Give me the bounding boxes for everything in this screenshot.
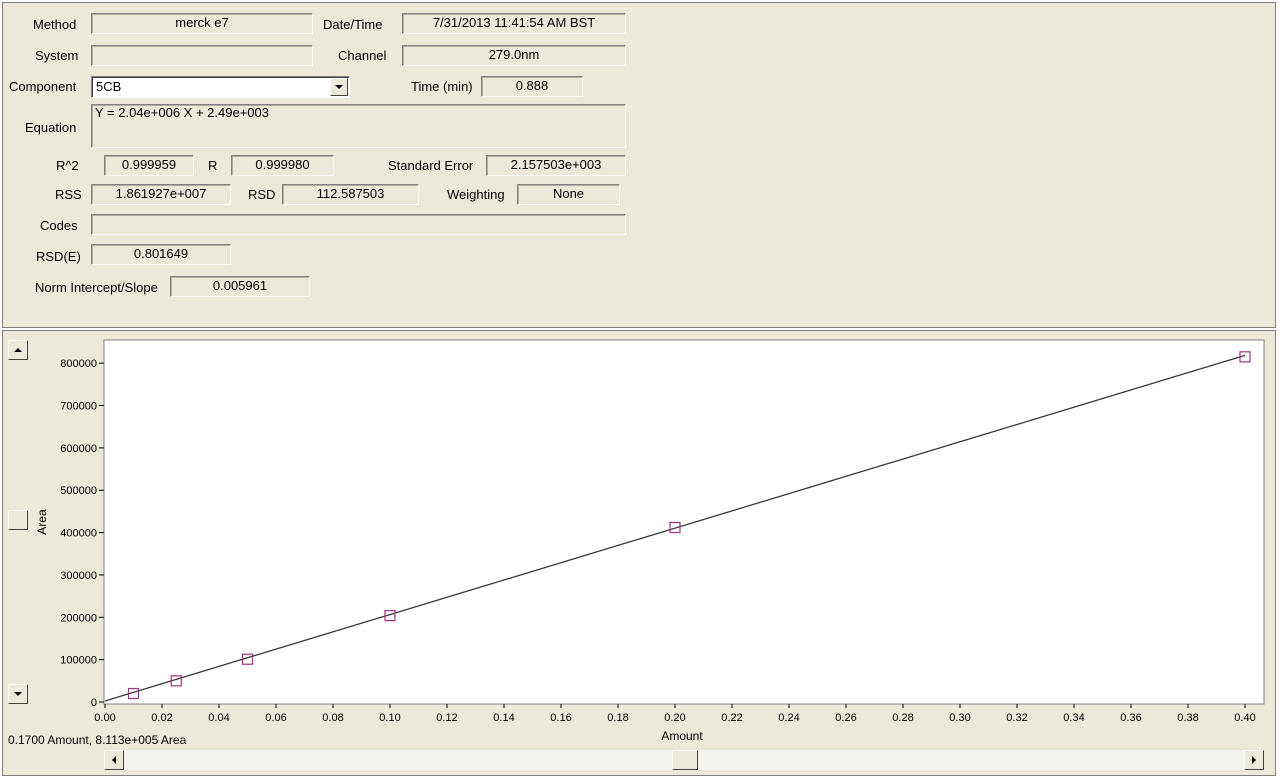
x-tick-label: 0.14: [493, 712, 514, 724]
datetime-field: 7/31/2013 11:41:54 AM BST: [402, 13, 626, 34]
y-tick-label: 400000: [60, 528, 97, 540]
time-field: 0.888: [481, 76, 583, 97]
y-tick-label: 700000: [60, 401, 97, 413]
chevron-down-icon[interactable]: [330, 78, 348, 96]
x-tick-label: 0.08: [322, 712, 343, 724]
y-tick-label: 800000: [60, 358, 97, 370]
x-tick-label: 0.40: [1234, 712, 1255, 724]
channel-label: Channel: [338, 48, 387, 63]
horizontal-scroll-thumb[interactable]: [672, 750, 698, 770]
component-label: Component: [9, 79, 77, 94]
x-tick-label: 0.38: [1177, 712, 1198, 724]
y-tick-label: 100000: [60, 655, 97, 667]
x-tick-label: 0.12: [436, 712, 457, 724]
codes-field: [91, 214, 626, 235]
x-tick-label: 0.02: [151, 712, 172, 724]
component-dropdown[interactable]: 5CB: [91, 76, 350, 98]
x-tick-label: 0.18: [607, 712, 628, 724]
plot-area: [103, 339, 1265, 705]
x-tick-label: 0.04: [208, 712, 229, 724]
method-field: merck e7: [91, 13, 313, 34]
system-field: [91, 45, 313, 66]
rsde-field: 0.801649: [91, 244, 231, 265]
scroll-left-icon[interactable]: [104, 750, 124, 770]
rss-label: RSS: [55, 187, 82, 202]
norm-intercept-slope-label: Norm Intercept/Slope: [35, 280, 158, 295]
y-axis-label: Area: [35, 509, 49, 535]
y-tick-label: 600000: [60, 443, 97, 455]
x-tick-label: 0.26: [835, 712, 856, 724]
equation-label: Equation: [25, 120, 77, 135]
equation-field: Y = 2.04e+006 X + 2.49e+003: [91, 104, 626, 148]
y-tick-label: 500000: [60, 485, 97, 497]
x-tick-label: 0.36: [1120, 712, 1141, 724]
y-tick-label: 300000: [60, 570, 97, 582]
standard-error-label: Standard Error: [388, 158, 474, 173]
channel-field: 279.0nm: [402, 45, 626, 66]
x-tick-label: 0.30: [949, 712, 970, 724]
calibration-curve-chart: 0.00 0.02 0.04 0.06 0.08 0.10 0.12 0.14 0.16 0.18…: [35, 339, 1265, 743]
standard-error-field: 2.157503e+003: [486, 155, 626, 176]
x-tick-label: 0.32: [1006, 712, 1027, 724]
rsd-label: RSD: [248, 187, 276, 202]
rsde-label: RSD(E): [36, 249, 81, 264]
x-tick-label: 0.06: [265, 712, 286, 724]
r-squared-field: 0.999959: [104, 155, 194, 176]
scroll-right-icon[interactable]: [1244, 750, 1264, 770]
r-field: 0.999980: [231, 155, 334, 176]
x-tick-label: 0.34: [1063, 712, 1084, 724]
norm-intercept-slope-field: 0.005961: [170, 276, 310, 297]
rss-field: 1.861927e+007: [91, 184, 231, 205]
cursor-readout: 0.1700 Amount, 8.113e+005 Area: [8, 733, 187, 747]
r-label: R: [208, 158, 218, 173]
x-tick-label: 0.28: [892, 712, 913, 724]
weighting-label: Weighting: [447, 187, 505, 202]
component-value: 5CB: [96, 79, 122, 94]
x-axis-label: Amount: [661, 729, 703, 743]
datetime-label: Date/Time: [323, 17, 383, 32]
rsd-field: 112.587503: [282, 184, 419, 205]
x-tick-label: 0.22: [721, 712, 742, 724]
codes-label: Codes: [40, 218, 78, 233]
time-label: Time (min): [411, 79, 473, 94]
x-tick-label: 0.24: [778, 712, 799, 724]
x-tick-label: 0.20: [664, 712, 685, 724]
y-tick-label: 200000: [60, 612, 97, 624]
weighting-field: None: [517, 184, 620, 205]
y-tick-label: 0: [91, 697, 97, 709]
r-squared-label: R^2: [56, 158, 79, 173]
x-tick-label: 0.00: [94, 712, 115, 724]
x-tick-label: 0.10: [379, 712, 400, 724]
method-label: Method: [33, 17, 77, 32]
system-label: System: [35, 48, 79, 63]
x-tick-label: 0.16: [550, 712, 571, 724]
horizontal-scrollbar[interactable]: [104, 750, 1264, 770]
